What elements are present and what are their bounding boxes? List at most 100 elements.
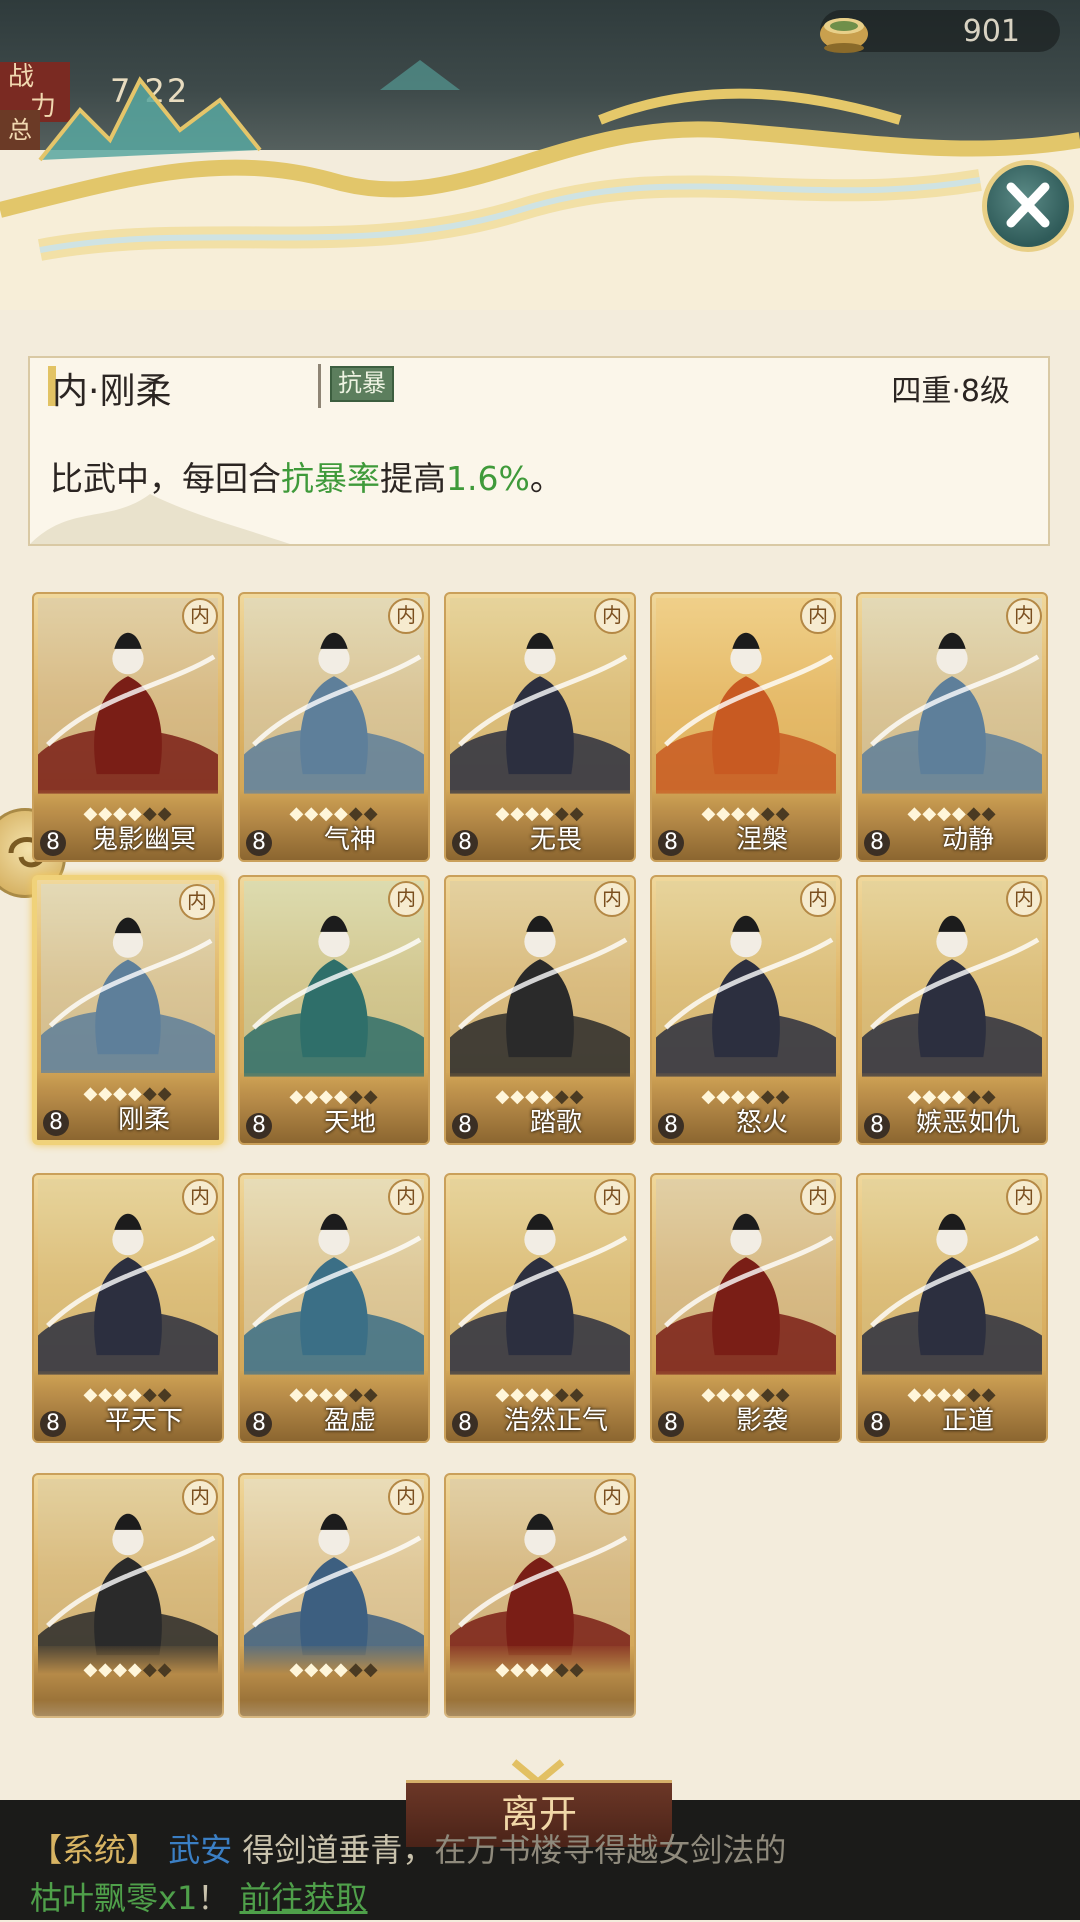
skill-card[interactable]: 内 ◆◆◆◆◆◆ 8 气神 <box>238 592 430 862</box>
inner-skill-badge: 内 <box>594 881 630 917</box>
card-level: 8 <box>864 1411 890 1437</box>
system-chat-message[interactable]: 【系统】 武安 得剑道垂青，在万书楼寻得越女剑法的 枯叶飘零x1！ 前往获取 <box>30 1826 1070 1922</box>
card-name: 无畏 <box>529 825 582 855</box>
card-level: 8 <box>864 1113 890 1139</box>
inner-skill-badge: 内 <box>388 1479 424 1515</box>
chat-goto-link[interactable]: 前往获取 <box>240 1879 368 1917</box>
card-name: 平天下 <box>104 1406 183 1436</box>
inner-skill-badge: 内 <box>182 1479 218 1515</box>
skill-card[interactable]: 内 ◆◆◆◆◆◆ 8 平天下 <box>32 1173 224 1443</box>
desc-mid: 提高 <box>380 459 446 498</box>
desc-highlight: 抗暴率 <box>281 459 380 498</box>
skill-card[interactable]: 内 ◆◆◆◆◆◆ 8 动静 <box>856 592 1048 862</box>
inner-skill-badge: 内 <box>388 881 424 917</box>
card-level: 8 <box>43 1110 69 1136</box>
card-name: 天地 <box>323 1108 376 1138</box>
card-level: 8 <box>658 1113 684 1139</box>
close-button[interactable] <box>982 160 1074 252</box>
chat-text-3: ！ <box>197 1879 230 1917</box>
skill-card[interactable]: 内 ◆◆◆◆◆◆ <box>238 1473 430 1718</box>
skill-card[interactable]: 内 ◆◆◆◆◆◆ 8 涅槃 <box>650 592 842 862</box>
card-name: 盈虚 <box>323 1406 376 1436</box>
skill-card[interactable]: 内 ◆◆◆◆◆◆ 8 无畏 <box>444 592 636 862</box>
skill-tag: 抗暴 <box>330 366 394 402</box>
star-icon: ◆ <box>319 1659 334 1680</box>
star-icon: ◆ <box>289 1659 305 1680</box>
card-name: 鬼影幽冥 <box>91 825 196 855</box>
chat-text-2: 在万书楼寻得越女剑法的 <box>434 1831 787 1869</box>
card-name: 浩然正气 <box>503 1406 608 1436</box>
skill-card[interactable]: 内 ◆◆◆◆◆◆ 8 浩然正气 <box>444 1173 636 1443</box>
star-icon: ◆ <box>304 1659 320 1680</box>
chat-text-1: 得剑道垂青， <box>242 1831 435 1869</box>
star-icon: ◆ <box>128 1659 143 1680</box>
skill-card[interactable]: 内 ◆◆◆◆◆◆ 8 嫉恶如仇 <box>856 875 1048 1145</box>
star-icon: ◆ <box>540 1659 555 1680</box>
skill-card-grid: 内 ◆◆◆◆◆◆ 8 鬼影幽冥 内 ◆◆◆◆◆◆ 8 气神 内 ◆◆◆◆◆◆ 8… <box>0 592 1080 1732</box>
chat-player-name[interactable]: 武安 <box>168 1831 232 1869</box>
card-name: 踏歌 <box>529 1108 582 1138</box>
star-icon: ◆ <box>554 1659 570 1680</box>
card-name: 怒火 <box>735 1108 788 1138</box>
card-name: 影袭 <box>735 1406 788 1436</box>
star-icon: ◆ <box>363 1659 379 1680</box>
card-name: 气神 <box>323 825 376 855</box>
card-level: 8 <box>452 830 478 856</box>
inner-skill-badge: 内 <box>1006 881 1042 917</box>
card-name: 动静 <box>941 825 994 855</box>
inner-skill-badge: 内 <box>800 881 836 917</box>
inner-skill-badge: 内 <box>594 1179 630 1215</box>
title-divider <box>318 364 321 408</box>
skill-card[interactable]: 内 ◆◆◆◆◆◆ 8 怒火 <box>650 875 842 1145</box>
card-level: 8 <box>246 1411 272 1437</box>
tea-cup-icon <box>820 18 868 53</box>
inner-skill-badge: 内 <box>1006 1179 1042 1215</box>
star-icon: ◆ <box>142 1659 158 1680</box>
star-rating: ◆◆◆◆◆◆ <box>446 1659 634 1680</box>
desc-value: 1.6% <box>446 459 530 498</box>
card-name: 涅槃 <box>735 825 788 855</box>
card-level: 8 <box>246 1113 272 1139</box>
skill-card[interactable]: 内 ◆◆◆◆◆◆ 8 鬼影幽冥 <box>32 592 224 862</box>
inner-skill-badge: 内 <box>800 598 836 634</box>
inner-skill-badge: 内 <box>388 1179 424 1215</box>
skill-card[interactable]: 内 ◆◆◆◆◆◆ 8 正道 <box>856 1173 1048 1443</box>
star-icon: ◆ <box>525 1659 540 1680</box>
chat-item[interactable]: 枯叶飘零x1 <box>30 1879 197 1917</box>
card-level: 8 <box>658 1411 684 1437</box>
card-level: 8 <box>40 1411 66 1437</box>
skill-card[interactable]: 内 ◆◆◆◆◆◆ <box>32 1473 224 1718</box>
inner-skill-badge: 内 <box>182 1179 218 1215</box>
inner-skill-badge: 内 <box>800 1179 836 1215</box>
currency-value: 901 <box>962 14 1020 49</box>
card-level: 8 <box>658 830 684 856</box>
star-icon: ◆ <box>510 1659 526 1680</box>
card-level: 8 <box>40 830 66 856</box>
skill-info-panel: 内·刚柔 抗暴 四重·8级 比武中，每回合抗暴率提高1.6%。 <box>28 356 1050 546</box>
card-name: 正道 <box>941 1406 994 1436</box>
currency-display[interactable]: 901 <box>820 10 1060 53</box>
card-level: 8 <box>246 830 272 856</box>
close-icon <box>1006 182 1050 228</box>
skill-card[interactable]: 内 ◆◆◆◆◆◆ 8 盈虚 <box>238 1173 430 1443</box>
star-icon: ◆ <box>83 1659 99 1680</box>
card-level: 8 <box>452 1411 478 1437</box>
inner-skill-badge: 内 <box>1006 598 1042 634</box>
card-name: 嫉恶如仇 <box>915 1108 1020 1138</box>
card-level: 8 <box>452 1113 478 1139</box>
inner-skill-badge: 内 <box>182 598 218 634</box>
skill-level: 四重·8级 <box>891 374 1010 409</box>
skill-card[interactable]: 内 ◆◆◆◆◆◆ 8 天地 <box>238 875 430 1145</box>
skill-card[interactable]: 内 ◆◆◆◆◆◆ 8 踏歌 <box>444 875 636 1145</box>
star-icon: ◆ <box>569 1659 585 1680</box>
star-rating: ◆◆◆◆◆◆ <box>240 1659 428 1680</box>
star-icon: ◆ <box>157 1659 173 1680</box>
desc-suffix: 。 <box>529 459 563 498</box>
skill-card[interactable]: 内 ◆◆◆◆◆◆ <box>444 1473 636 1718</box>
star-icon: ◆ <box>495 1659 511 1680</box>
skill-card[interactable]: 内 ◆◆◆◆◆◆ 8 刚柔 <box>32 875 224 1145</box>
star-rating: ◆◆◆◆◆◆ <box>34 1659 222 1680</box>
inner-skill-badge: 内 <box>179 884 215 920</box>
skill-card[interactable]: 内 ◆◆◆◆◆◆ 8 影袭 <box>650 1173 842 1443</box>
wave-decoration <box>30 494 290 544</box>
